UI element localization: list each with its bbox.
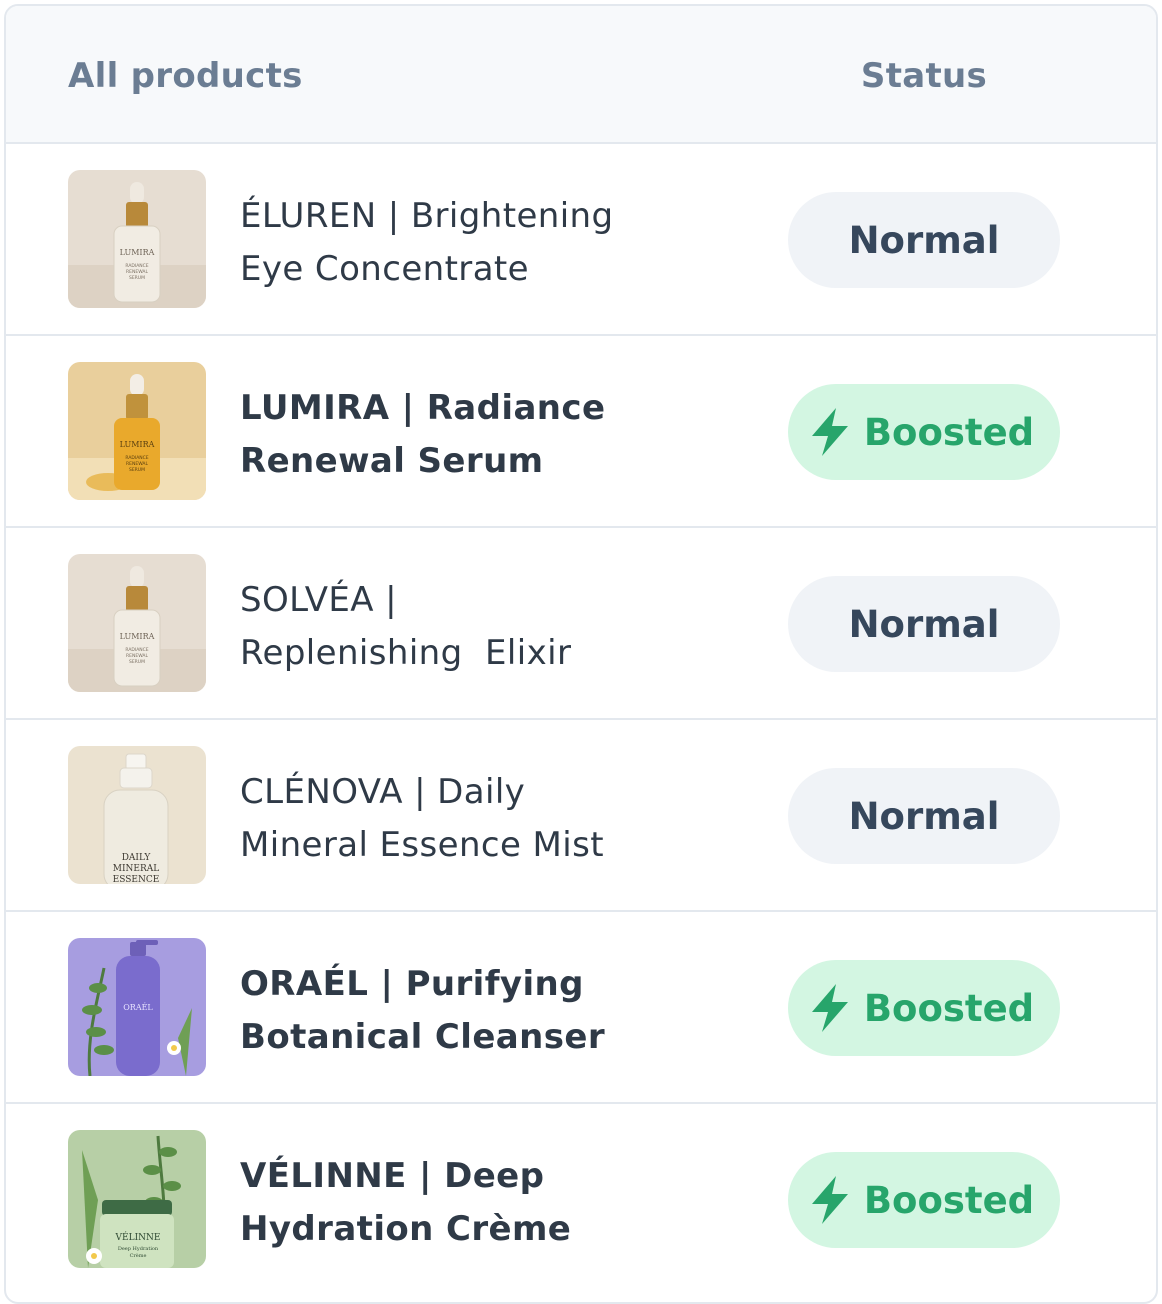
product-name-line-1: VÉLINNE | Deep — [240, 1156, 545, 1196]
table-row[interactable]: LUMIRA RADIANCE RENEWAL SERUM LUMIRA | R… — [6, 336, 1156, 528]
svg-text:RADIANCE: RADIANCE — [125, 455, 148, 461]
product-name-line-2: Replenishing Elixir — [240, 633, 572, 673]
products-table: All products Status LUMIRA RADIANCE RENE… — [4, 4, 1158, 1304]
svg-text:VÉLINNE: VÉLINNE — [115, 1231, 161, 1243]
table-row[interactable]: ORAÉL ORAÉL | Purifying Botanical Cleans… — [6, 912, 1156, 1104]
status-label: Normal — [848, 218, 1000, 262]
status-label: Boosted — [863, 1178, 1035, 1222]
table-row[interactable]: LUMIRA RADIANCE RENEWAL SERUM ÉLUREN | B… — [6, 144, 1156, 336]
product-name-line-1: LUMIRA | Radiance — [240, 388, 606, 428]
svg-text:RADIANCE: RADIANCE — [125, 647, 148, 653]
svg-text:RENEWAL: RENEWAL — [126, 653, 148, 659]
product-name[interactable]: CLÉNOVA | Daily Mineral Essence Mist — [240, 766, 680, 872]
status-badge-boosted[interactable]: Boosted — [788, 384, 1060, 480]
product-name-line-2: Renewal Serum — [240, 441, 544, 481]
status-badge-normal[interactable]: Normal — [788, 768, 1060, 864]
lightning-bolt-icon — [808, 982, 852, 1034]
svg-text:ESSENCE: ESSENCE — [113, 875, 160, 884]
product-name[interactable]: LUMIRA | Radiance Renewal Serum — [240, 382, 680, 488]
product-name-line-2: Botanical Cleanser — [240, 1017, 605, 1057]
status-label: Boosted — [863, 410, 1035, 454]
product-name-line-1: ORAÉL | Purifying — [240, 964, 584, 1004]
product-name-line-1: ÉLUREN | Brightening — [240, 196, 614, 236]
column-header-products[interactable]: All products — [68, 56, 303, 96]
table-row[interactable]: LUMIRA RADIANCE RENEWAL SERUM SOLVÉA | R… — [6, 528, 1156, 720]
status-label: Boosted — [863, 986, 1035, 1030]
product-thumbnail: DAILY MINERAL ESSENCE — [68, 746, 206, 884]
svg-text:SERUM: SERUM — [129, 659, 145, 665]
svg-text:SERUM: SERUM — [129, 467, 145, 473]
product-name-line-1: CLÉNOVA | Daily — [240, 772, 526, 812]
svg-text:SERUM: SERUM — [129, 275, 145, 281]
status-badge-normal[interactable]: Normal — [788, 576, 1060, 672]
svg-text:LUMIRA: LUMIRA — [120, 248, 155, 257]
status-label: Normal — [848, 602, 1000, 646]
svg-text:MINERAL: MINERAL — [113, 864, 159, 874]
status-badge-boosted[interactable]: Boosted — [788, 1152, 1060, 1248]
column-header-status[interactable]: Status — [788, 56, 1060, 96]
status-badge-boosted[interactable]: Boosted — [788, 960, 1060, 1056]
svg-text:RENEWAL: RENEWAL — [126, 461, 148, 467]
lightning-bolt-icon — [808, 1174, 852, 1226]
product-thumbnail: ORAÉL — [68, 938, 206, 1076]
svg-text:RADIANCE: RADIANCE — [125, 263, 148, 269]
lightning-bolt-icon — [808, 406, 852, 458]
svg-text:RENEWAL: RENEWAL — [126, 269, 148, 275]
svg-text:LUMIRA: LUMIRA — [120, 632, 155, 641]
product-name[interactable]: ORAÉL | Purifying Botanical Cleanser — [240, 958, 680, 1064]
product-name-line-2: Mineral Essence Mist — [240, 825, 604, 865]
product-thumbnail: LUMIRA RADIANCE RENEWAL SERUM — [68, 170, 206, 308]
product-name[interactable]: ÉLUREN | Brightening Eye Concentrate — [240, 190, 680, 296]
svg-text:Crème: Crème — [130, 1252, 147, 1259]
product-name[interactable]: SOLVÉA | Replenishing Elixir — [240, 574, 680, 680]
svg-text:ORAÉL: ORAÉL — [123, 1003, 153, 1012]
svg-text:DAILY: DAILY — [122, 853, 152, 863]
table-row[interactable]: DAILY MINERAL ESSENCE CLÉNOVA | Daily Mi… — [6, 720, 1156, 912]
status-badge-normal[interactable]: Normal — [788, 192, 1060, 288]
product-thumbnail: VÉLINNE Deep Hydration Crème — [68, 1130, 206, 1268]
svg-text:LUMIRA: LUMIRA — [120, 440, 155, 449]
table-row[interactable]: VÉLINNE Deep Hydration Crème VÉLINNE | D… — [6, 1104, 1156, 1294]
product-name[interactable]: VÉLINNE | Deep Hydration Crème — [240, 1150, 680, 1256]
svg-text:Deep Hydration: Deep Hydration — [118, 1246, 159, 1252]
status-label: Normal — [848, 794, 1000, 838]
product-name-line-2: Hydration Crème — [240, 1209, 572, 1249]
table-header: All products Status — [6, 6, 1156, 144]
product-name-line-2: Eye Concentrate — [240, 249, 529, 289]
product-thumbnail: LUMIRA RADIANCE RENEWAL SERUM — [68, 554, 206, 692]
product-thumbnail: LUMIRA RADIANCE RENEWAL SERUM — [68, 362, 206, 500]
product-name-line-1: SOLVÉA | — [240, 580, 398, 620]
